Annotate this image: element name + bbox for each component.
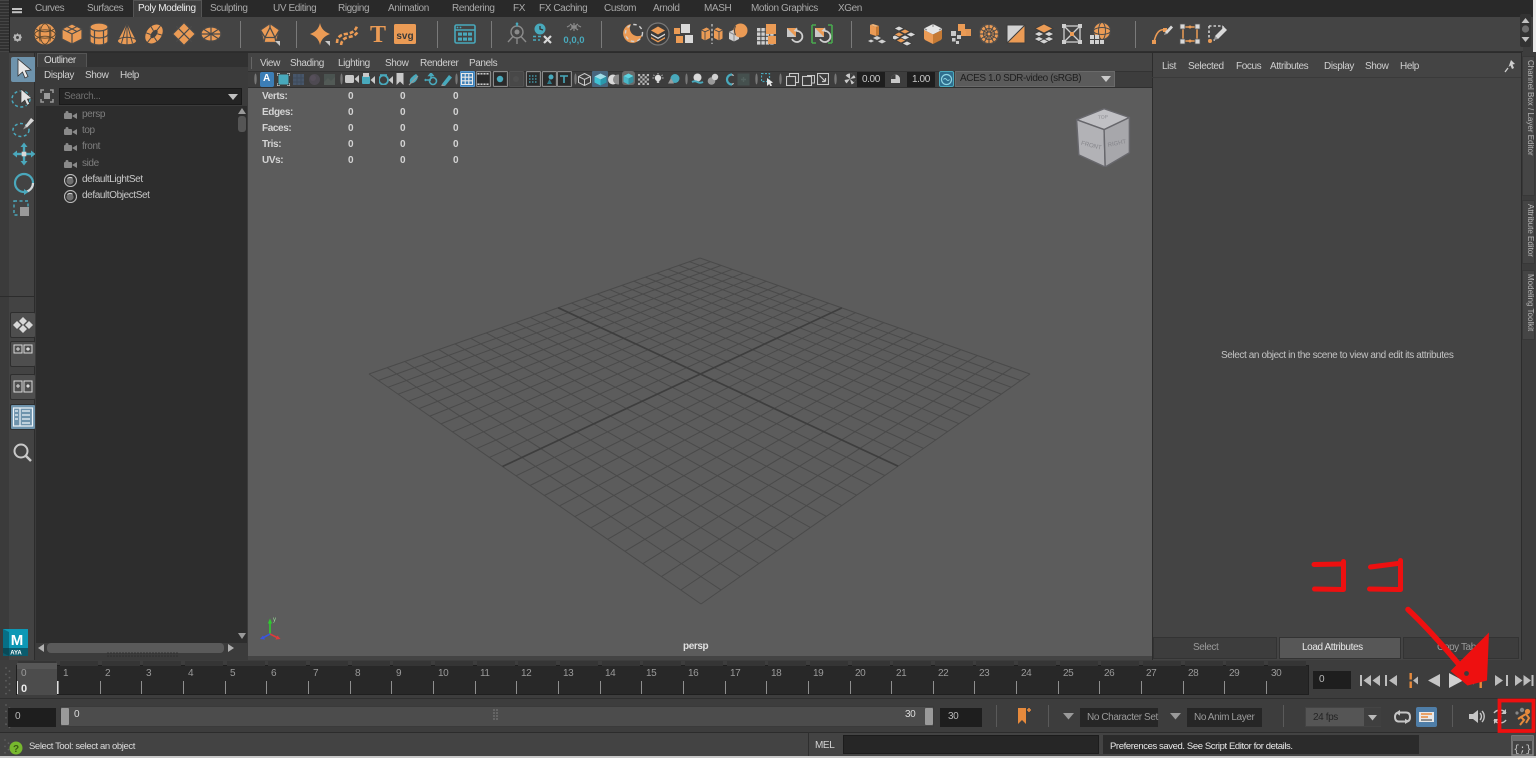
svg-text:{;}: {;} <box>1513 744 1531 756</box>
svg-text:0,0,0: 0,0,0 <box>563 35 584 46</box>
svg-text:T: T <box>370 22 386 46</box>
svg-text:TOP: TOP <box>1098 114 1109 121</box>
svg-text:y: y <box>273 617 276 623</box>
svg-text:M: M <box>11 632 24 649</box>
svg-text:svg: svg <box>396 31 413 42</box>
svg-text:AYA: AYA <box>10 651 22 657</box>
svg-text:?: ? <box>13 744 19 755</box>
